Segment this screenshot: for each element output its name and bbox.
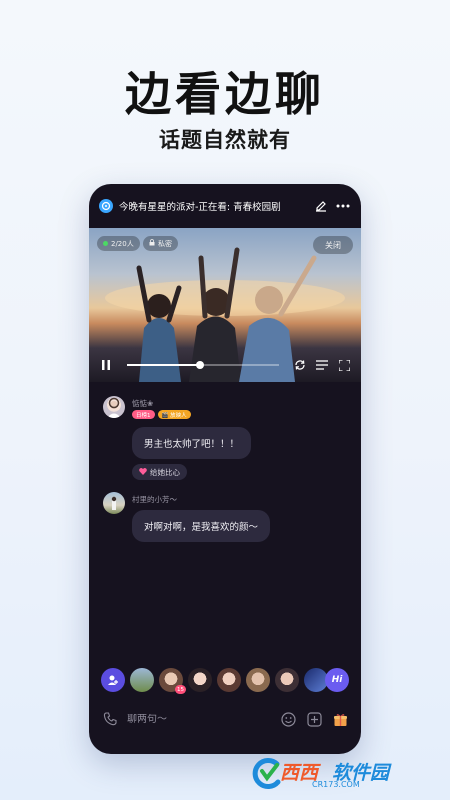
send-heart-chip[interactable]: 给她比心 <box>132 464 187 480</box>
gift-icon[interactable] <box>331 710 349 728</box>
audience-avatar[interactable]: 15 <box>159 668 186 694</box>
room-topbar: 今晚有星星的派对-正在看: 青春校园剧 <box>89 184 361 228</box>
audience-avatar[interactable] <box>130 668 154 692</box>
audience-avatar[interactable] <box>246 668 270 692</box>
reaction-label: 给她比心 <box>150 467 180 477</box>
promo-subheadline: 话题自然就有 <box>159 128 291 152</box>
chat-input-bar <box>89 704 361 734</box>
chat-input[interactable] <box>127 713 271 725</box>
edit-icon[interactable] <box>313 198 329 214</box>
watermark-logo-icon <box>250 756 284 790</box>
video-progress-bar[interactable] <box>127 361 279 369</box>
add-icon[interactable] <box>305 710 323 728</box>
chat-bubble: 男主也太帅了吧！！！ <box>132 427 252 459</box>
audience-avatar[interactable] <box>275 668 299 692</box>
phone-screen: 今晚有星星的派对-正在看: 青春校园剧 2/20人 私密 关闭 惦惦❀ 日榜1 … <box>89 184 361 754</box>
phone-icon[interactable] <box>101 710 119 728</box>
message-sender: 惦惦❀ <box>132 399 154 408</box>
emoji-icon[interactable] <box>279 710 297 728</box>
user-badges: 日榜1 🎬 放映人 <box>132 410 191 419</box>
more-icon[interactable] <box>335 198 351 214</box>
viewers-count: 2/20人 <box>111 239 134 248</box>
message-sender: 村里的小芳～ <box>132 495 177 504</box>
lock-icon <box>149 239 155 248</box>
rank-badge: 日榜1 <box>132 410 155 419</box>
host-badge: 🎬 放映人 <box>157 410 191 419</box>
room-title: 今晚有星星的派对-正在看: 青春校园剧 <box>119 202 281 213</box>
privacy-label: 私密 <box>158 239 172 248</box>
playlist-icon[interactable] <box>315 358 329 372</box>
avatar[interactable] <box>103 396 125 418</box>
promo-headline: 边看边聊 <box>125 67 325 121</box>
invite-user-button[interactable] <box>101 668 125 692</box>
watermark-url: CR173.COM <box>312 780 360 789</box>
audience-avatar[interactable] <box>188 668 212 692</box>
privacy-pill: 私密 <box>143 236 178 251</box>
viewers-pill: 2/20人 <box>97 236 140 251</box>
say-hi-button[interactable]: Hi <box>325 668 349 692</box>
close-video-button[interactable]: 关闭 <box>313 236 353 254</box>
progress-fill <box>127 364 200 366</box>
heart-icon <box>139 467 147 477</box>
audience-avatar-row: 15 Hi <box>89 666 361 694</box>
film-reel-icon <box>99 199 113 213</box>
audience-avatar[interactable] <box>217 668 241 692</box>
add-user-icon <box>108 675 118 685</box>
pause-icon[interactable] <box>99 358 113 372</box>
video-controls <box>89 354 361 376</box>
avatar[interactable] <box>103 492 125 514</box>
sync-icon[interactable] <box>293 358 307 372</box>
site-watermark: 西西 软件园 CR173.COM <box>250 752 442 794</box>
video-player[interactable]: 2/20人 私密 关闭 <box>89 228 361 382</box>
online-dot-icon <box>103 241 108 246</box>
level-badge: 15 <box>175 685 186 694</box>
fullscreen-icon[interactable] <box>337 358 351 372</box>
chat-bubble: 对啊对啊，是我喜欢的颜～ <box>132 510 271 542</box>
progress-knob[interactable] <box>195 361 204 369</box>
